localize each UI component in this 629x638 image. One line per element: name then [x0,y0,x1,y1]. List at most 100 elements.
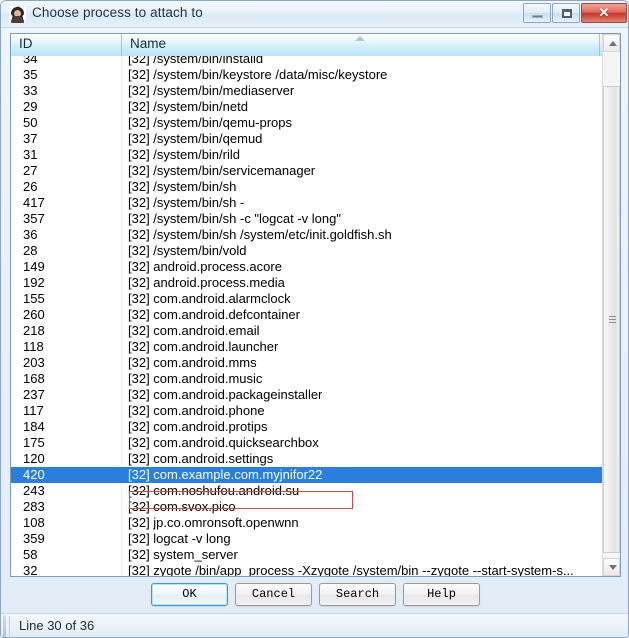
table-row[interactable]: 359 [32] logcat -v long [11,531,603,547]
column-header-id[interactable]: ID [11,34,122,56]
cell-name: [32] /system/bin/servicemanager [128,163,316,178]
table-row[interactable]: 168 [32] com.android.music [11,371,603,387]
table-row[interactable]: 243 [32] com.noshufou.android.su [11,483,603,499]
table-row[interactable]: 120 [32] com.android.settings [11,451,603,467]
cell-name: [32] com.android.launcher [128,339,279,354]
cell-name: [32] /system/bin/sh -c "logcat -v long" [128,211,341,226]
scrollbar-grip-icon [609,315,616,324]
table-row[interactable]: 203 [32] com.android.mms [11,355,603,371]
maximize-button[interactable] [552,3,580,23]
table-row[interactable]: 28 [32] /system/bin/vold [11,243,603,259]
table-row[interactable]: 50 [32] /system/bin/qemu-props [11,115,603,131]
cell-name: [32] com.android.email [128,323,260,338]
cell-name: [32] /system/bin/vold [128,243,247,258]
cell-id: 31 [11,147,122,163]
table-row[interactable]: 192 [32] android.process.media [11,275,603,291]
table-row[interactable]: 27 [32] /system/bin/servicemanager [11,163,603,179]
table-row[interactable]: 117 [32] com.android.phone [11,403,603,419]
table-row[interactable]: 237 [32] com.android.packageinstaller [11,387,603,403]
cell-name: [32] android.process.media [128,275,285,290]
chevron-up-icon [609,41,617,46]
title-bar[interactable]: Choose process to attach to ✕ [1,1,628,28]
cell-id: 108 [11,515,122,531]
cell-id: 37 [11,131,122,147]
cell-id: 420 [11,467,122,483]
cell-id: 33 [11,83,122,99]
cell-name: [32] /system/bin/sh [128,179,237,194]
table-row[interactable]: 184 [32] com.android.protips [11,419,603,435]
table-row[interactable]: 417 [32] /system/bin/sh - [11,195,603,211]
table-row[interactable]: 149 [32] android.process.acore [11,259,603,275]
cell-name: [32] com.android.music [128,371,263,386]
cancel-button[interactable]: Cancel [235,583,312,606]
cell-name: [32] com.example.com.myjnifor22 [128,467,323,482]
table-row[interactable]: 218 [32] com.android.email [11,323,603,339]
cell-id: 260 [11,307,122,323]
cell-name: [32] /system/bin/sh - [128,195,245,210]
table-row[interactable]: 175 [32] com.android.quicksearchbox [11,435,603,451]
table-row[interactable]: 58 [32] system_server [11,547,603,563]
table-row[interactable]: 36 [32] /system/bin/sh /system/etc/init.g… [11,227,603,243]
window-title: Choose process to attach to [32,5,203,20]
cell-id: 192 [11,275,122,291]
cell-name: [32] /system/bin/keystore /data/misc/key… [128,67,388,82]
cell-name: [32] zygote /bin/app_process -Xzygote /s… [128,563,574,577]
vertical-scrollbar[interactable] [602,34,620,576]
cell-id: 29 [11,99,122,115]
cell-name: [32] logcat -v long [128,531,231,546]
cell-id: 118 [11,339,122,355]
scrollbar-thumb[interactable] [603,86,620,553]
cell-name: [32] com.svox.pico [128,499,236,514]
cell-name: [32] com.android.packageinstaller [128,387,323,402]
table-row[interactable]: 35 [32] /system/bin/keystore /data/misc/k… [11,67,603,83]
cell-name: [32] /system/bin/qemu-props [128,115,293,130]
table-row[interactable]: 31 [32] /system/bin/rild [11,147,603,163]
cell-id: 417 [11,195,122,211]
cell-id: 120 [11,451,122,467]
table-row[interactable]: 26 [32] /system/bin/sh [11,179,603,195]
table-row[interactable]: 260 [32] com.android.defcontainer [11,307,603,323]
cell-id: 58 [11,547,122,563]
cell-id: 175 [11,435,122,451]
cell-id: 117 [11,403,122,419]
table-row[interactable]: 37 [32] /system/bin/qemud [11,131,603,147]
table-row[interactable]: 357 [32] /system/bin/sh -c "logcat -v lon… [11,211,603,227]
cell-id: 357 [11,211,122,227]
table-row[interactable]: 29 [32] /system/bin/netd [11,99,603,115]
list-rows-viewport: 34 [32] /system/bin/installd 35 [32] /syste… [11,56,603,577]
table-row[interactable]: 118 [32] com.android.launcher [11,339,603,355]
cell-name: [32] com.android.quicksearchbox [128,435,319,450]
cell-id: 184 [11,419,122,435]
cell-name: [32] /system/bin/rild [128,147,240,162]
window-controls: ✕ [522,3,627,24]
cell-id: 243 [11,483,122,499]
close-icon: ✕ [598,5,610,20]
table-row-selected[interactable]: 420 [32] com.example.com.myjnifor22 [11,467,603,483]
cell-name: [32] /system/bin/installd [128,56,264,66]
scroll-down-button[interactable] [603,558,620,576]
minimize-button[interactable] [523,3,551,23]
cell-name: [32] /system/bin/netd [128,99,248,114]
column-header-name[interactable]: Name [122,34,600,56]
cell-id: 283 [11,499,122,515]
table-row[interactable]: 34 [32] /system/bin/installd [11,56,603,67]
cell-id: 28 [11,243,122,259]
search-button[interactable]: Search [319,583,396,606]
list-header: ID Name [11,34,620,56]
chevron-down-icon [609,565,617,570]
scroll-up-button[interactable] [603,34,620,52]
ok-button[interactable]: OK [151,583,228,606]
cell-id: 32 [11,563,122,576]
table-row[interactable]: 33 [32] /system/bin/mediaserver [11,83,603,99]
help-button[interactable]: Help [403,583,480,606]
table-row[interactable]: 155 [32] com.android.alarmclock [11,291,603,307]
status-line-indicator: Line 30 of 36 [9,616,189,635]
close-button[interactable]: ✕ [581,3,627,23]
process-list[interactable]: ID Name 34 [32] /system/bin/installd 35 [32… [10,33,621,577]
table-row[interactable]: 108 [32] jp.co.omronsoft.openwnn [11,515,603,531]
table-row[interactable]: 283 [32] com.svox.pico [11,499,603,515]
cell-id: 50 [11,115,122,131]
cell-name: [32] system_server [128,547,238,562]
table-row[interactable]: 32 [32] zygote /bin/app_process -Xzygote … [11,563,603,577]
cell-name: [32] android.process.acore [128,259,282,274]
